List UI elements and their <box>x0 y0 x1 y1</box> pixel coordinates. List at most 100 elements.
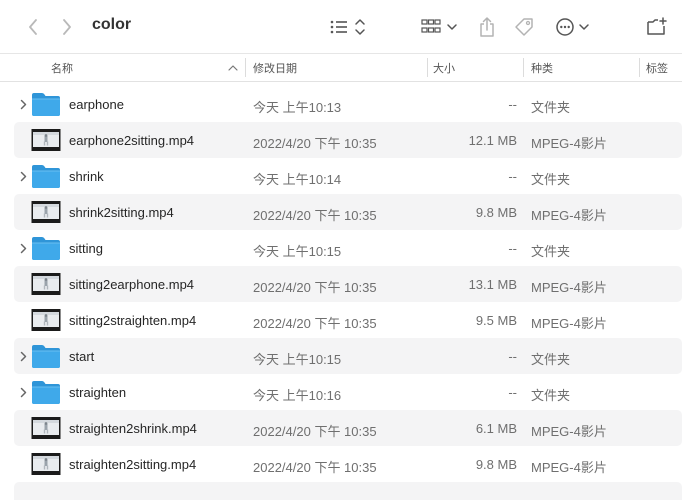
file-size: -- <box>508 169 517 184</box>
file-kind: MPEG-4影片 <box>531 136 607 151</box>
file-row[interactable]: straighten2sitting.mp4 2022/4/20 下午 10:35… <box>0 446 682 482</box>
disclosure-triangle[interactable] <box>18 349 28 363</box>
file-row[interactable]: sitting 今天 上午10:15 -- 文件夹 <box>0 230 682 266</box>
file-kind: 文件夹 <box>531 172 571 187</box>
folder-icon <box>31 91 61 117</box>
file-row[interactable]: earphone 今天 上午10:13 -- 文件夹 <box>0 86 682 122</box>
file-size: 13.1 MB <box>468 277 517 292</box>
file-kind: MPEG-4影片 <box>531 208 607 223</box>
column-name-header[interactable]: 名称 <box>51 60 73 76</box>
back-button[interactable] <box>22 14 44 40</box>
finder-window: color 名称 修改日期 大小 种类 标签 earphone 今天 上午10:… <box>0 0 682 500</box>
video-file-icon <box>31 271 61 297</box>
video-file-icon <box>31 307 61 333</box>
file-size: 6.1 MB <box>475 421 517 436</box>
file-modified-date: 2022/4/20 下午 10:35 <box>253 280 377 295</box>
file-kind: 文件夹 <box>531 100 571 115</box>
file-row[interactable]: earphone2sitting.mp4 2022/4/20 下午 10:35 12… <box>0 122 682 158</box>
sort-ascending-icon[interactable] <box>228 64 238 71</box>
row-background <box>14 482 682 500</box>
column-tags-header[interactable]: 标签 <box>646 60 668 76</box>
file-size: -- <box>508 385 517 400</box>
file-size: 9.8 MB <box>475 457 517 472</box>
file-name: earphone <box>69 97 124 112</box>
video-file-icon <box>31 415 61 441</box>
file-modified-date: 今天 上午10:13 <box>253 100 342 115</box>
file-size: -- <box>508 97 517 112</box>
row-background <box>14 230 682 266</box>
column-divider[interactable] <box>639 58 640 77</box>
chevron-right-icon <box>20 99 26 109</box>
list-view-icon <box>330 19 365 35</box>
new-folder-button[interactable] <box>645 14 669 40</box>
column-divider[interactable] <box>245 58 246 77</box>
file-modified-date: 2022/4/20 下午 10:35 <box>253 316 377 331</box>
disclosure-triangle[interactable] <box>18 97 28 111</box>
group-grid-icon <box>421 19 457 33</box>
file-modified-date: 今天 上午10:14 <box>253 172 342 187</box>
file-name: straighten2sitting.mp4 <box>69 457 197 472</box>
file-name: start <box>69 349 95 364</box>
column-header: 名称 修改日期 大小 种类 标签 <box>0 53 682 82</box>
file-list: earphone 今天 上午10:13 -- 文件夹 earphone2sitting.… <box>0 86 682 500</box>
new-folder-icon <box>647 17 667 35</box>
chevron-right-icon <box>20 387 26 397</box>
file-kind: 文件夹 <box>531 244 571 259</box>
file-row[interactable]: start 今天 上午10:15 -- 文件夹 <box>0 338 682 374</box>
chevron-left-icon <box>29 19 37 35</box>
file-row[interactable]: straighten2shrink.mp4 2022/4/20 下午 10:35 6… <box>0 410 682 446</box>
folder-icon <box>31 235 61 261</box>
window-title: color <box>92 16 132 33</box>
file-modified-date: 2022/4/20 下午 10:35 <box>253 460 377 475</box>
share-icon <box>480 17 494 37</box>
column-size-header[interactable]: 大小 <box>433 60 455 76</box>
file-kind: MPEG-4影片 <box>531 460 607 475</box>
column-divider[interactable] <box>427 58 428 77</box>
column-divider[interactable] <box>523 58 524 77</box>
folder-icon <box>31 343 61 369</box>
file-name: straighten2shrink.mp4 <box>69 421 197 436</box>
chevron-right-icon <box>20 351 26 361</box>
file-modified-date: 今天 上午10:16 <box>253 388 342 403</box>
file-row[interactable]: straighten 今天 上午10:16 -- 文件夹 <box>0 374 682 410</box>
file-size: 9.8 MB <box>475 205 517 220</box>
file-modified-date: 今天 上午10:15 <box>253 352 342 367</box>
file-modified-date: 今天 上午10:15 <box>253 244 342 259</box>
file-size: -- <box>508 241 517 256</box>
file-name: shrink <box>69 169 104 184</box>
column-date-header[interactable]: 修改日期 <box>253 60 297 76</box>
toolbar: color <box>0 0 682 53</box>
file-name: shrink2sitting.mp4 <box>69 205 174 220</box>
file-modified-date: 2022/4/20 下午 10:35 <box>253 208 377 223</box>
ellipsis-circle-icon <box>556 18 589 36</box>
chevron-right-icon <box>20 243 26 253</box>
file-row[interactable]: sitting2earphone.mp4 2022/4/20 下午 10:35 13… <box>0 266 682 302</box>
file-kind: MPEG-4影片 <box>531 424 607 439</box>
forward-button[interactable] <box>56 14 78 40</box>
file-row[interactable]: sitting2straighten.mp4 2022/4/20 下午 10:35… <box>0 302 682 338</box>
file-name: earphone2sitting.mp4 <box>69 133 195 148</box>
disclosure-triangle[interactable] <box>18 169 28 183</box>
file-row[interactable]: shrink2sitting.mp4 2022/4/20 下午 10:35 9.8 … <box>0 194 682 230</box>
column-kind-header[interactable]: 种类 <box>531 60 553 76</box>
more-actions-button[interactable] <box>555 14 591 40</box>
tag-button[interactable] <box>512 14 536 40</box>
group-button[interactable] <box>420 14 460 40</box>
share-button[interactable] <box>476 14 498 40</box>
file-size: 12.1 MB <box>468 133 517 148</box>
file-row[interactable]: shrink 今天 上午10:14 -- 文件夹 <box>0 158 682 194</box>
disclosure-triangle[interactable] <box>18 385 28 399</box>
empty-row <box>0 482 682 500</box>
file-modified-date: 2022/4/20 下午 10:35 <box>253 136 377 151</box>
disclosure-triangle[interactable] <box>18 241 28 255</box>
file-kind: 文件夹 <box>531 388 571 403</box>
chevron-right-icon <box>20 171 26 181</box>
file-kind: MPEG-4影片 <box>531 316 607 331</box>
video-file-icon <box>31 199 61 225</box>
folder-icon <box>31 163 61 189</box>
video-file-icon <box>31 127 61 153</box>
file-modified-date: 2022/4/20 下午 10:35 <box>253 424 377 439</box>
file-name: sitting2earphone.mp4 <box>69 277 195 292</box>
view-mode-button[interactable] <box>328 14 368 40</box>
row-background <box>14 158 682 194</box>
